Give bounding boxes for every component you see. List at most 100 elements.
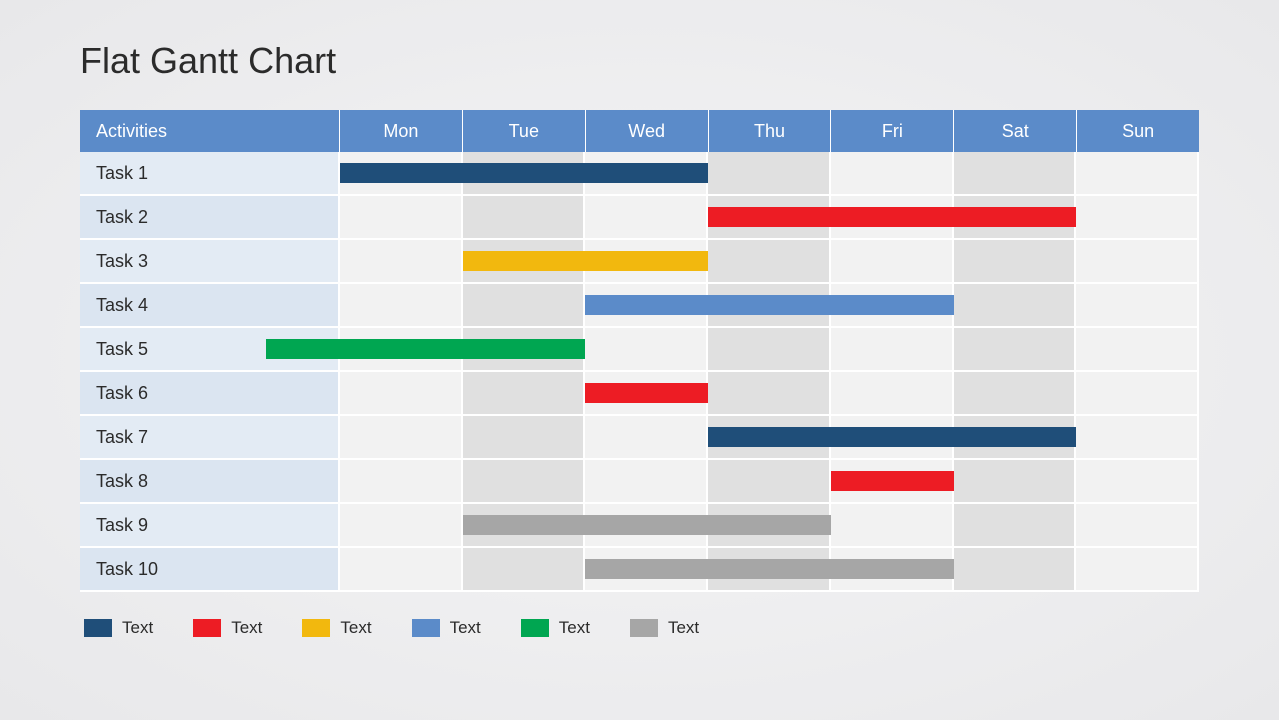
gantt-bar xyxy=(708,427,1076,447)
gantt-header-row: Activities Mon Tue Wed Thu Fri Sat Sun xyxy=(80,110,1199,152)
day-cell xyxy=(954,372,1077,414)
day-cell xyxy=(1076,328,1199,370)
legend-swatch xyxy=(193,619,221,637)
activities-header: Activities xyxy=(80,110,340,152)
day-cell xyxy=(585,416,708,458)
day-header-thu: Thu xyxy=(709,110,832,152)
legend-swatch xyxy=(302,619,330,637)
day-cell xyxy=(463,284,586,326)
legend-item: Text xyxy=(193,618,262,638)
day-cell xyxy=(1076,152,1199,194)
legend-item: Text xyxy=(302,618,371,638)
gantt-bar xyxy=(585,295,953,315)
day-cell xyxy=(831,372,954,414)
task-label: Task 4 xyxy=(80,284,340,326)
day-header-tue: Tue xyxy=(463,110,586,152)
day-cell xyxy=(954,284,1077,326)
task-row: Task 8 xyxy=(80,460,1199,504)
task-row: Task 10 xyxy=(80,548,1199,592)
day-cell xyxy=(463,196,586,238)
task-row: Task 6 xyxy=(80,372,1199,416)
task-row: Task 1 xyxy=(80,152,1199,196)
task-row: Task 2 xyxy=(80,196,1199,240)
day-cell xyxy=(954,548,1077,590)
day-cell xyxy=(831,240,954,282)
task-row: Task 3 xyxy=(80,240,1199,284)
task-label: Task 2 xyxy=(80,196,340,238)
day-cell xyxy=(463,460,586,502)
day-cell xyxy=(831,152,954,194)
day-cell xyxy=(340,196,463,238)
day-cell xyxy=(954,504,1077,546)
task-label: Task 3 xyxy=(80,240,340,282)
day-cell xyxy=(585,196,708,238)
day-cell xyxy=(831,328,954,370)
gantt-bar xyxy=(463,251,708,271)
day-cell xyxy=(708,328,831,370)
day-cell xyxy=(340,416,463,458)
day-cell xyxy=(340,372,463,414)
day-header-fri: Fri xyxy=(831,110,954,152)
day-cell xyxy=(340,284,463,326)
day-cell xyxy=(1076,196,1199,238)
gantt-bar xyxy=(831,471,954,491)
gantt-body: Task 1Task 2Task 3Task 4Task 5Task 6Task… xyxy=(80,152,1199,592)
legend-item: Text xyxy=(630,618,699,638)
day-cell xyxy=(463,548,586,590)
legend-label: Text xyxy=(340,618,371,638)
day-cell xyxy=(831,504,954,546)
legend-label: Text xyxy=(450,618,481,638)
day-cell xyxy=(1076,504,1199,546)
gantt-bar xyxy=(585,559,953,579)
day-cell xyxy=(585,460,708,502)
gantt-chart: Activities Mon Tue Wed Thu Fri Sat Sun T… xyxy=(80,110,1199,592)
day-cell xyxy=(954,152,1077,194)
legend-label: Text xyxy=(559,618,590,638)
day-cell xyxy=(708,372,831,414)
task-row: Task 9 xyxy=(80,504,1199,548)
legend: Text Text Text Text Text Text xyxy=(80,618,1199,638)
legend-label: Text xyxy=(231,618,262,638)
gantt-bar xyxy=(463,515,831,535)
day-header-sat: Sat xyxy=(954,110,1077,152)
task-label: Task 10 xyxy=(80,548,340,590)
day-cell xyxy=(708,460,831,502)
day-cell xyxy=(463,372,586,414)
day-cell xyxy=(1076,284,1199,326)
task-label: Task 1 xyxy=(80,152,340,194)
legend-label: Text xyxy=(668,618,699,638)
day-header-mon: Mon xyxy=(340,110,463,152)
day-cell xyxy=(1076,460,1199,502)
legend-swatch xyxy=(412,619,440,637)
day-cell xyxy=(1076,548,1199,590)
legend-item: Text xyxy=(412,618,481,638)
day-cell xyxy=(340,460,463,502)
slide: Flat Gantt Chart Activities Mon Tue Wed … xyxy=(0,0,1279,658)
day-cell xyxy=(463,416,586,458)
task-label: Task 8 xyxy=(80,460,340,502)
page-title: Flat Gantt Chart xyxy=(80,40,1199,82)
day-cell xyxy=(954,240,1077,282)
day-cell xyxy=(954,328,1077,370)
task-row: Task 5 xyxy=(80,328,1199,372)
legend-item: Text xyxy=(521,618,590,638)
task-row: Task 4 xyxy=(80,284,1199,328)
legend-label: Text xyxy=(122,618,153,638)
day-header-sun: Sun xyxy=(1077,110,1199,152)
legend-item: Text xyxy=(84,618,153,638)
task-label: Task 9 xyxy=(80,504,340,546)
day-cell xyxy=(954,460,1077,502)
gantt-bar xyxy=(340,163,708,183)
day-cell xyxy=(340,240,463,282)
legend-swatch xyxy=(521,619,549,637)
gantt-bar xyxy=(266,339,585,359)
gantt-bar xyxy=(708,207,1076,227)
legend-swatch xyxy=(630,619,658,637)
day-cell xyxy=(1076,372,1199,414)
task-label: Task 6 xyxy=(80,372,340,414)
day-cell xyxy=(340,548,463,590)
task-row: Task 7 xyxy=(80,416,1199,460)
day-cell xyxy=(1076,416,1199,458)
day-cell xyxy=(340,504,463,546)
day-cell xyxy=(708,240,831,282)
